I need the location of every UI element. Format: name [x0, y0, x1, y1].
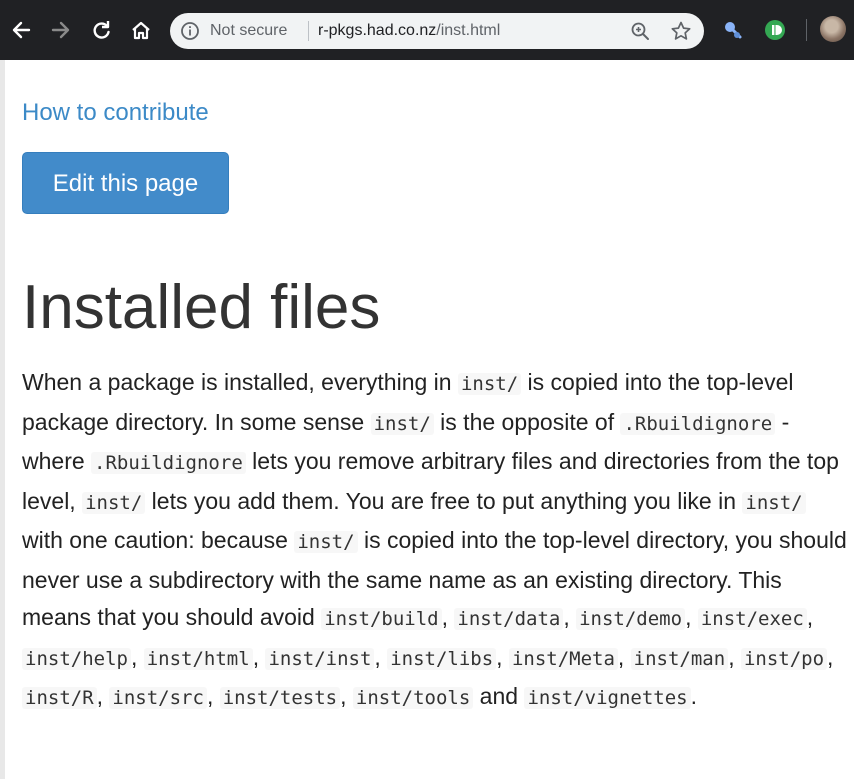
- home-icon[interactable]: [128, 17, 154, 43]
- inline-code: .Rbuildignore: [620, 412, 776, 435]
- inline-code: inst/po: [740, 647, 828, 670]
- inline-code: inst/Meta: [508, 647, 618, 670]
- inline-code: inst/: [294, 531, 358, 553]
- zoom-icon[interactable]: [630, 21, 650, 41]
- inline-code: inst/R: [22, 687, 97, 709]
- paragraph-text: ,: [827, 643, 834, 670]
- inline-code: inst/vignettes: [524, 687, 691, 709]
- inline-code: inst/: [370, 412, 434, 435]
- bookmark-star-icon[interactable]: [670, 20, 692, 42]
- paragraph-text: ,: [96, 683, 110, 709]
- inline-code: inst/tools: [352, 687, 474, 709]
- inline-code: inst/libs: [387, 647, 497, 670]
- inline-code: inst/demo: [576, 608, 686, 630]
- paragraph-text: ,: [685, 604, 698, 630]
- paragraph-text: ,: [617, 643, 631, 670]
- paragraph-text: ,: [130, 643, 144, 670]
- paragraph-text: ,: [340, 683, 353, 709]
- toolbar-divider: [806, 19, 807, 41]
- inline-code: inst/: [742, 491, 806, 514]
- paragraph-text: When a package is installed, everything …: [22, 369, 458, 395]
- paragraph-text: and: [473, 683, 525, 709]
- inline-code: inst/tests: [219, 687, 341, 709]
- inline-code: inst/src: [109, 687, 207, 709]
- url-host: r-pkgs.had.co.nz: [318, 22, 437, 39]
- browser-toolbar: Not secure r-pkgs.had.co.nz/inst.html: [0, 0, 854, 60]
- edit-page-button[interactable]: Edit this page: [22, 152, 229, 214]
- inline-code: inst/man: [630, 647, 729, 670]
- extension-green-icon[interactable]: [764, 19, 786, 41]
- extension-icon[interactable]: [722, 19, 744, 41]
- address-bar[interactable]: Not secure r-pkgs.had.co.nz/inst.html: [170, 13, 704, 49]
- how-to-contribute-link[interactable]: How to contribute: [22, 98, 209, 128]
- paragraph-text: ,: [563, 604, 577, 630]
- inline-code: inst/html: [143, 647, 253, 670]
- window-edge: [0, 60, 5, 779]
- reload-icon[interactable]: [88, 17, 114, 43]
- paragraph-text: ,: [806, 604, 814, 630]
- security-label: Not secure: [210, 22, 288, 39]
- paragraph-text: lets you add them. You are free to put a…: [145, 487, 743, 514]
- inline-code: inst/exec: [697, 608, 807, 630]
- paragraph-text: .: [690, 683, 697, 709]
- paragraph-text: with one caution: because: [22, 527, 295, 553]
- paragraph-text: ,: [441, 604, 455, 630]
- paragraph-text: ,: [496, 643, 509, 670]
- paragraph-text: ,: [252, 643, 266, 670]
- info-icon[interactable]: [180, 21, 200, 41]
- paragraph-text: is the opposite of: [433, 408, 621, 435]
- inline-code: .Rbuildignore: [91, 452, 246, 474]
- paragraph-text: ,: [728, 643, 741, 670]
- body-paragraph: When a package is installed, everything …: [22, 364, 848, 718]
- inline-code: inst/: [82, 491, 146, 514]
- inline-code: inst/inst: [265, 647, 375, 670]
- paragraph-text: ,: [374, 643, 388, 670]
- url-path: /inst.html: [436, 22, 501, 39]
- profile-avatar[interactable]: [820, 16, 846, 42]
- inline-code: inst/data: [454, 608, 564, 630]
- paragraph-text: ,: [206, 683, 220, 709]
- inline-code: inst/help: [22, 647, 131, 670]
- back-arrow-icon[interactable]: [8, 17, 34, 43]
- inline-code: inst/: [457, 373, 522, 395]
- inline-code: inst/build: [321, 608, 442, 630]
- page-title: Installed files: [22, 273, 381, 342]
- forward-arrow-icon[interactable]: [48, 17, 74, 43]
- address-divider: [308, 21, 309, 41]
- url-text[interactable]: r-pkgs.had.co.nz/inst.html: [318, 21, 500, 41]
